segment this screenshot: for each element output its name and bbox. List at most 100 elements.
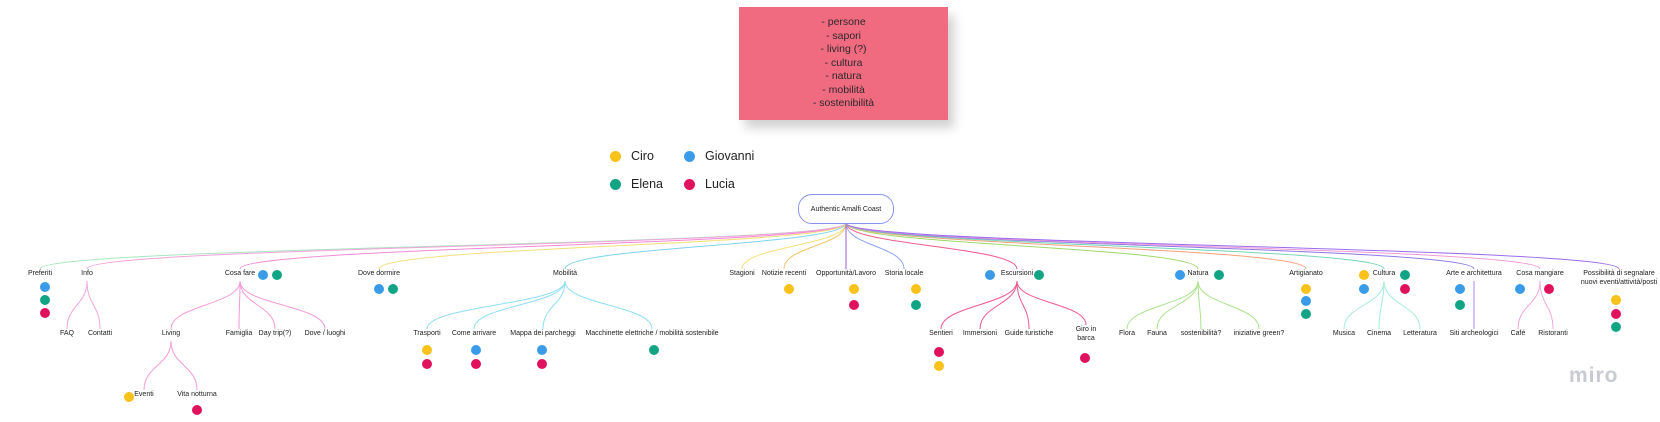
giovanni-dot-icon bbox=[1515, 284, 1525, 294]
sticky-line: - sostenibilità bbox=[812, 97, 875, 110]
ciro-dot-icon bbox=[610, 150, 621, 162]
node-cinema[interactable]: Cinema bbox=[1367, 330, 1391, 337]
node-fauna[interactable]: Fauna bbox=[1147, 330, 1167, 337]
node-ristoranti[interactable]: Ristoranti bbox=[1538, 330, 1568, 337]
legend-item-ciro: Ciro bbox=[610, 149, 654, 163]
miro-logo: miro bbox=[1569, 364, 1619, 387]
node-cafe[interactable]: Café bbox=[1511, 330, 1526, 337]
child-connector bbox=[170, 280, 241, 330]
elena-dot-icon bbox=[272, 270, 282, 280]
branch-connector bbox=[39, 222, 847, 270]
node-immersioni[interactable]: Immersioni bbox=[963, 330, 997, 337]
lucia-dot-icon bbox=[537, 359, 547, 369]
elena-dot-icon bbox=[649, 345, 659, 355]
node-macchinette-elettriche-mobilita-sostenibile[interactable]: Macchinette elettriche / mobilità sosten… bbox=[585, 330, 718, 337]
giovanni-dot-icon bbox=[684, 150, 695, 162]
giovanni-dot-icon bbox=[1301, 296, 1311, 306]
branch-connector bbox=[845, 222, 1385, 270]
giovanni-dot-icon bbox=[1359, 284, 1369, 294]
child-connector bbox=[66, 280, 88, 330]
sticky-note[interactable]: - persone - sapori - living (?) - cultur… bbox=[739, 7, 948, 120]
node-possibilita-di-segnalare-nuovi-eventi-attivita-posti[interactable]: Possibilità di segnalare nuovi eventi/at… bbox=[1577, 270, 1660, 287]
node-info[interactable]: Info bbox=[81, 270, 93, 277]
root-node[interactable]: Authentic Amalfi Coast bbox=[798, 194, 894, 224]
node-trasporti[interactable]: Trasporti bbox=[413, 330, 440, 337]
giovanni-dot-icon bbox=[374, 284, 384, 294]
ciro-dot-icon bbox=[934, 361, 944, 371]
elena-dot-icon bbox=[1455, 300, 1465, 310]
node-escursioni[interactable]: Escursioni bbox=[1001, 270, 1033, 277]
child-connector bbox=[1197, 280, 1260, 330]
node-dove-luoghi[interactable]: Dove / luoghi bbox=[305, 330, 346, 337]
node-musica[interactable]: Musica bbox=[1333, 330, 1355, 337]
node-preferiti[interactable]: Preferiti bbox=[28, 270, 52, 277]
node-mobilita[interactable]: Mobilità bbox=[553, 270, 577, 277]
branch-connector bbox=[845, 222, 1620, 270]
lucia-dot-icon bbox=[684, 178, 695, 190]
sticky-line: - cultura bbox=[824, 56, 863, 69]
node-famiglia[interactable]: Famiglia bbox=[226, 330, 252, 337]
node-mappa-dei-parcheggi[interactable]: Mappa dei parcheggi bbox=[510, 330, 575, 337]
giovanni-dot-icon bbox=[1455, 284, 1465, 294]
branch-connector bbox=[86, 222, 847, 270]
node-letteratura[interactable]: Letteratura bbox=[1403, 330, 1437, 337]
lucia-dot-icon bbox=[192, 405, 202, 415]
node-living[interactable]: Living bbox=[162, 330, 180, 337]
node-arte-e-architettura[interactable]: Arte e architettura bbox=[1446, 270, 1502, 277]
sticky-line: - living (?) bbox=[820, 43, 867, 56]
node-come-arrivare[interactable]: Come arrivare bbox=[452, 330, 496, 337]
node-guide-turistiche[interactable]: Guide turistiche bbox=[1005, 330, 1054, 337]
node-siti-archeologici[interactable]: Siti archeologici bbox=[1449, 330, 1498, 337]
node-opportunita-lavoro[interactable]: Opportunità/Lavoro bbox=[816, 270, 876, 277]
branch-connector bbox=[845, 222, 1475, 270]
ciro-dot-icon bbox=[1301, 284, 1311, 294]
ciro-dot-icon bbox=[849, 284, 859, 294]
child-connector bbox=[143, 340, 172, 391]
child-connector bbox=[473, 280, 566, 330]
node-giro-in-barca[interactable]: Giro in barca bbox=[1066, 326, 1106, 343]
ciro-dot-icon bbox=[784, 284, 794, 294]
elena-dot-icon bbox=[1611, 322, 1621, 332]
lucia-dot-icon bbox=[934, 347, 944, 357]
lucia-dot-icon bbox=[422, 359, 432, 369]
node-sentieri[interactable]: Sentieri bbox=[929, 330, 953, 337]
node-storia-locale[interactable]: Storia locale bbox=[885, 270, 924, 277]
node-dove-dormire[interactable]: Dove dormire bbox=[358, 270, 400, 277]
node-stagioni[interactable]: Stagioni bbox=[729, 270, 754, 277]
child-connector bbox=[86, 280, 101, 330]
giovanni-dot-icon bbox=[985, 270, 995, 280]
giovanni-dot-icon bbox=[537, 345, 547, 355]
elena-dot-icon bbox=[1214, 270, 1224, 280]
node-contatti[interactable]: Contatti bbox=[88, 330, 112, 337]
node-iniziative-green[interactable]: iniziative green? bbox=[1234, 330, 1285, 337]
ciro-dot-icon bbox=[911, 284, 921, 294]
node-flora[interactable]: Flora bbox=[1119, 330, 1135, 337]
child-connector bbox=[239, 280, 276, 330]
branch-connector bbox=[239, 222, 847, 270]
sticky-line: - sapori bbox=[825, 29, 861, 42]
node-notizie-recenti[interactable]: Notizie recenti bbox=[762, 270, 806, 277]
node-natura[interactable]: Natura bbox=[1187, 270, 1208, 277]
sticky-line: - mobilità bbox=[822, 83, 865, 96]
node-artigianato[interactable]: Artigianato bbox=[1289, 270, 1322, 277]
ciro-dot-icon bbox=[124, 392, 134, 402]
giovanni-dot-icon bbox=[258, 270, 268, 280]
node-cultura[interactable]: Cultura bbox=[1373, 270, 1396, 277]
node-eventi[interactable]: Eventi bbox=[134, 391, 153, 398]
elena-dot-icon bbox=[610, 178, 621, 190]
elena-dot-icon bbox=[1034, 270, 1044, 280]
node-sostenibilita[interactable]: sostenibilità? bbox=[1181, 330, 1221, 337]
node-faq[interactable]: FAQ bbox=[60, 330, 74, 337]
legend-label: Giovanni bbox=[705, 149, 755, 163]
node-vita-notturna[interactable]: Vita notturna bbox=[177, 391, 217, 398]
node-cosa-fare[interactable]: Cosa fare bbox=[225, 270, 255, 277]
ciro-dot-icon bbox=[1359, 270, 1369, 280]
lucia-dot-icon bbox=[1611, 309, 1621, 319]
child-connector bbox=[1016, 280, 1087, 326]
node-cosa-mangiare[interactable]: Cosa mangiare bbox=[1516, 270, 1563, 277]
child-connector bbox=[1378, 280, 1385, 330]
branch-connector bbox=[845, 222, 1199, 270]
legend-item-elena: Elena bbox=[610, 177, 663, 191]
node-day-trip[interactable]: Day trip(?) bbox=[259, 330, 292, 337]
legend-label: Elena bbox=[631, 177, 663, 191]
